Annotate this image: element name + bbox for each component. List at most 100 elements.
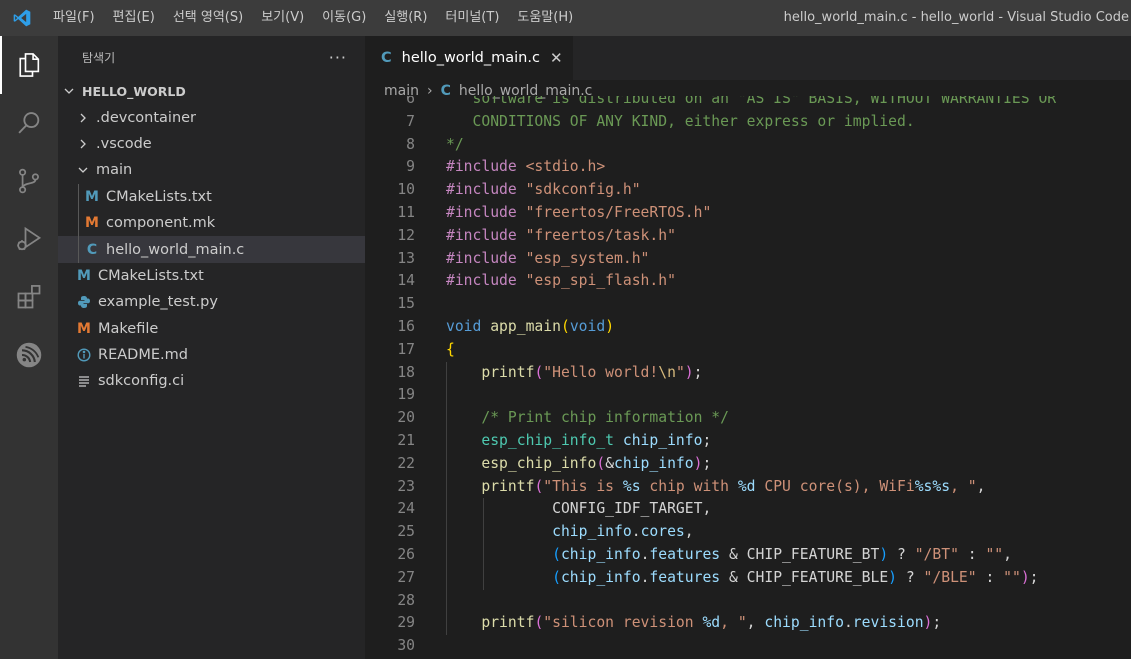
code-line: 24 CONFIG_IDF_TARGET, <box>365 498 1131 522</box>
code-token: : <box>958 546 986 563</box>
menu-item[interactable]: 파일(F) <box>44 0 104 36</box>
tree-folder[interactable]: .vscode <box>58 131 365 157</box>
espressif-icon[interactable] <box>0 326 58 384</box>
code-token: app_main <box>490 318 561 335</box>
code-token: ; <box>693 363 703 381</box>
tree-item-label: README.md <box>98 347 188 364</box>
window-title: hello_world_main.c - hello_world - Visua… <box>783 10 1129 25</box>
code-token: "silicon revision <box>543 614 703 632</box>
menu-item[interactable]: 도움말(H) <box>508 0 582 36</box>
code-text: */ <box>446 134 464 157</box>
code-text: #include "esp_spi_flash.h" <box>446 270 676 293</box>
line-number: 10 <box>397 181 415 199</box>
workspace-root[interactable]: HELLO_WORLD <box>58 78 365 104</box>
code-token: features <box>649 546 721 563</box>
code-token: ? <box>897 568 924 586</box>
code-token: ; <box>932 614 942 632</box>
code-token: ) <box>605 318 615 335</box>
tree-folder[interactable]: main <box>58 157 365 183</box>
code-area[interactable]: 6 software is distributed on an "AS IS" … <box>365 96 1131 659</box>
tree-item-label: CMakeLists.txt <box>106 188 212 205</box>
menu-item[interactable]: 실행(R) <box>375 0 436 36</box>
code-token: ( <box>552 568 561 586</box>
tree-file[interactable]: M CMakeLists.txt <box>58 183 365 210</box>
tab-label: hello_world_main.c <box>401 50 540 66</box>
tree-file[interactable]: Mcomponent.mk <box>58 209 365 237</box>
menu-item[interactable]: 이동(G) <box>313 0 375 36</box>
code-line: 13 #include "esp_system.h" <box>365 248 1131 271</box>
code-text: CONDITIONS OF ANY KIND, either express o… <box>446 111 915 134</box>
line-number: 23 <box>397 477 415 495</box>
tree-folder[interactable]: .devcontainer <box>58 104 365 130</box>
code-line: 9 #include <stdio.h> <box>365 156 1131 179</box>
c-file-icon: C <box>86 241 98 258</box>
source-control-icon[interactable] <box>0 152 58 210</box>
line-number: 25 <box>397 523 415 541</box>
code-text: void app_main(void) <box>446 316 614 339</box>
tree-file[interactable]: example_test.py <box>58 289 365 315</box>
cmake-file-icon: M <box>85 188 99 205</box>
code-text: CONFIG_IDF_TARGET, <box>446 498 711 521</box>
cmake-file-icon: M <box>77 267 91 284</box>
menu-bar: 파일(F) 편집(E) 선택 영역(S) 보기(V) 이동(G) 실행(R) 터미널(T) 도… <box>44 0 582 36</box>
tree-file[interactable]: M Makefile <box>58 316 365 342</box>
line-number: 16 <box>397 318 415 335</box>
search-icon[interactable] <box>0 94 58 152</box>
code-line: 14 #include "esp_spi_flash.h" <box>365 270 1131 293</box>
code-token: printf <box>481 477 535 495</box>
code-line: 8 */ <box>365 134 1131 157</box>
tree-item-label: CMakeLists.txt <box>98 267 204 284</box>
menu-item[interactable]: 보기(V) <box>252 0 313 36</box>
code-token: "esp_system.h" <box>525 249 650 267</box>
more-actions-icon[interactable]: ··· <box>329 48 347 67</box>
explorer-icon[interactable] <box>0 36 58 94</box>
code-line: 16 void app_main(void) <box>365 316 1131 339</box>
code-line: 23 printf("This is %s chip with %d CPU c… <box>365 475 1131 499</box>
tree-file[interactable]: sdkconfig.ci <box>58 368 365 394</box>
tree-file[interactable]: README.md <box>58 342 365 368</box>
code-token: #include <box>446 181 517 199</box>
tree-item-label: main <box>96 162 133 179</box>
run-debug-icon[interactable] <box>0 210 58 268</box>
settings-file-icon <box>76 375 92 388</box>
makefile-icon: M <box>85 215 99 232</box>
chevron-right-icon <box>76 138 90 150</box>
code-token: CPU core(s), WiFi <box>755 477 915 495</box>
makefile-icon: M <box>77 320 91 337</box>
code-text: printf("silicon revision %d, ", chip_inf… <box>446 612 941 635</box>
tab-hello-world-main[interactable]: C hello_world_main.c ✕ <box>365 36 573 80</box>
code-line: 6 software is distributed on an "AS IS" … <box>365 96 1131 111</box>
tree-item-label: sdkconfig.ci <box>98 373 185 390</box>
code-token: "/BLE" <box>923 568 977 586</box>
code-token: , <box>976 477 986 495</box>
info-icon <box>76 348 92 362</box>
code-token: /* Print chip information */ <box>481 409 729 427</box>
code-text: chip_info.cores, <box>446 521 694 544</box>
vscode-logo-icon[interactable] <box>0 0 44 36</box>
tree-file[interactable]: Chello_world_main.c <box>58 236 365 263</box>
code-token: , <box>1003 546 1012 563</box>
line-number: 21 <box>397 432 415 449</box>
code-text: (chip_info.features & CHIP_FEATURE_BLE) … <box>446 567 1038 590</box>
close-icon[interactable]: ✕ <box>550 49 563 67</box>
code-line: 12 #include "freertos/task.h" <box>365 225 1131 248</box>
code-token: #include <box>446 204 517 221</box>
menu-item[interactable]: 터미널(T) <box>436 0 508 36</box>
code-line: 7 CONDITIONS OF ANY KIND, either express… <box>365 111 1131 134</box>
code-token: */ <box>446 135 464 153</box>
code-token: ) <box>888 568 898 586</box>
line-number: 14 <box>397 272 415 290</box>
tree-file[interactable]: M CMakeLists.txt <box>58 263 365 289</box>
code-text: #include <stdio.h> <box>446 156 605 179</box>
menu-item[interactable]: 편집(E) <box>104 0 164 36</box>
tab-bar: C hello_world_main.c ✕ <box>365 36 1131 80</box>
extensions-icon[interactable] <box>0 268 58 326</box>
code-token: chip_info <box>560 546 641 563</box>
code-token: { <box>446 340 455 358</box>
code-line: 17 { <box>365 339 1131 362</box>
code-line: 15 <box>365 293 1131 316</box>
menu-item[interactable]: 선택 영역(S) <box>164 0 252 36</box>
code-token: "freertos/task.h" <box>525 226 676 244</box>
